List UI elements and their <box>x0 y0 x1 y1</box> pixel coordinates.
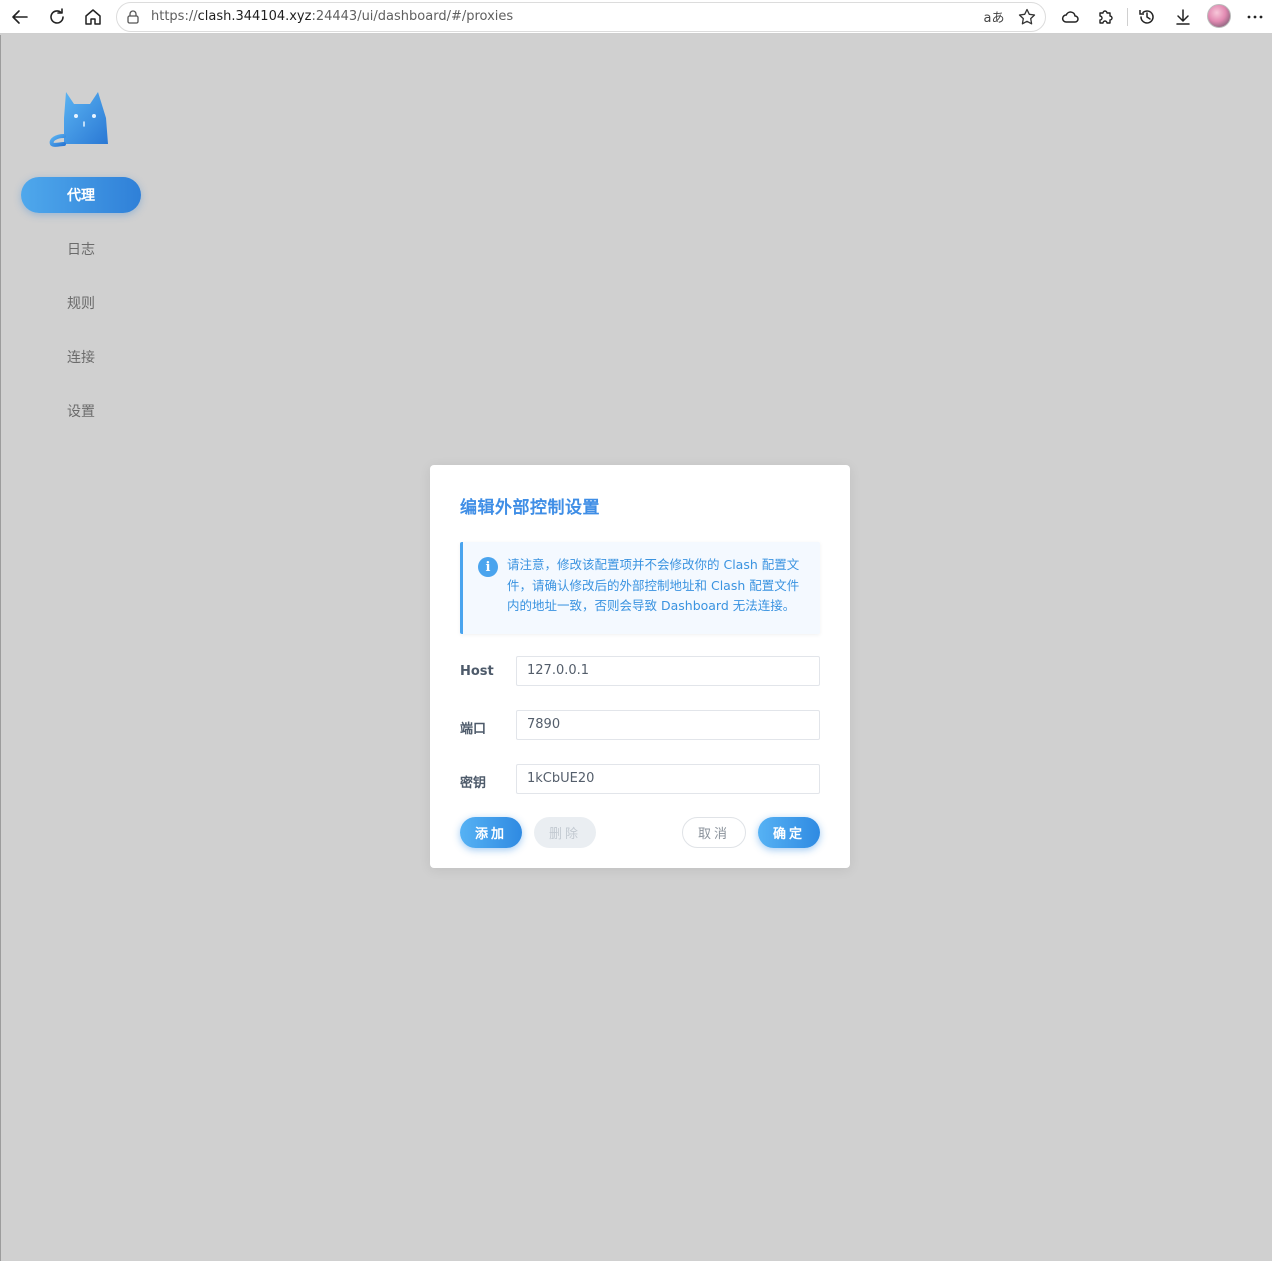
cancel-button[interactable]: 取消 <box>682 817 746 848</box>
host-input[interactable]: 127.0.0.1 <box>516 656 820 686</box>
host-label: Host <box>460 664 494 679</box>
add-button[interactable]: 添加 <box>460 817 522 848</box>
external-control-dialog: 编辑外部控制设置 i 请注意，修改该配置项并不会修改你的 Clash 配置文 件… <box>430 465 850 868</box>
more-menu-icon[interactable] <box>1243 5 1267 29</box>
dialog-title: 编辑外部控制设置 <box>460 498 600 518</box>
read-aloud-icon[interactable]: aあ <box>983 7 1005 27</box>
sidebar-item-proxies[interactable]: 代理 <box>21 177 141 213</box>
secret-label: 密钥 <box>460 776 487 791</box>
info-icon: i <box>478 557 498 577</box>
history-icon[interactable] <box>1135 5 1159 29</box>
back-icon[interactable] <box>8 5 32 29</box>
alert-message: 请注意，修改该配置项并不会修改你的 Clash 配置文 件，请确认修改后的外部控… <box>507 557 800 613</box>
downloads-icon[interactable] <box>1171 5 1195 29</box>
port-input[interactable]: 7890 <box>516 710 820 740</box>
reload-icon[interactable] <box>45 5 69 29</box>
lock-icon[interactable] <box>125 9 141 25</box>
address-bar[interactable]: https://clash.344104.xyz:24443/ui/dashbo… <box>116 2 1046 32</box>
sidebar-item-rules[interactable]: 规则 <box>21 285 141 321</box>
delete-button[interactable]: 删除 <box>534 817 596 848</box>
sidebar-item-logs[interactable]: 日志 <box>21 231 141 267</box>
confirm-button[interactable]: 确定 <box>758 817 820 848</box>
browser-toolbar: https://clash.344104.xyz:24443/ui/dashbo… <box>0 0 1272 34</box>
port-label: 端口 <box>460 722 487 737</box>
extensions-icon[interactable] <box>1094 5 1118 29</box>
cloud-icon[interactable] <box>1058 5 1082 29</box>
profile-avatar[interactable] <box>1207 4 1231 28</box>
favorite-star-icon[interactable] <box>1017 7 1037 27</box>
url-text[interactable]: https://clash.344104.xyz:24443/ui/dashbo… <box>151 9 513 24</box>
window-left-border <box>0 35 1 1261</box>
toolbar-separator <box>1127 8 1128 26</box>
sidebar-item-settings[interactable]: 设置 <box>21 393 141 429</box>
info-alert: i 请注意，修改该配置项并不会修改你的 Clash 配置文 件，请确认修改后的外… <box>460 542 820 634</box>
home-icon[interactable] <box>81 5 105 29</box>
clash-cat-logo <box>48 88 112 148</box>
secret-input[interactable]: 1kCbUE20 <box>516 764 820 794</box>
sidebar-item-connections[interactable]: 连接 <box>21 339 141 375</box>
